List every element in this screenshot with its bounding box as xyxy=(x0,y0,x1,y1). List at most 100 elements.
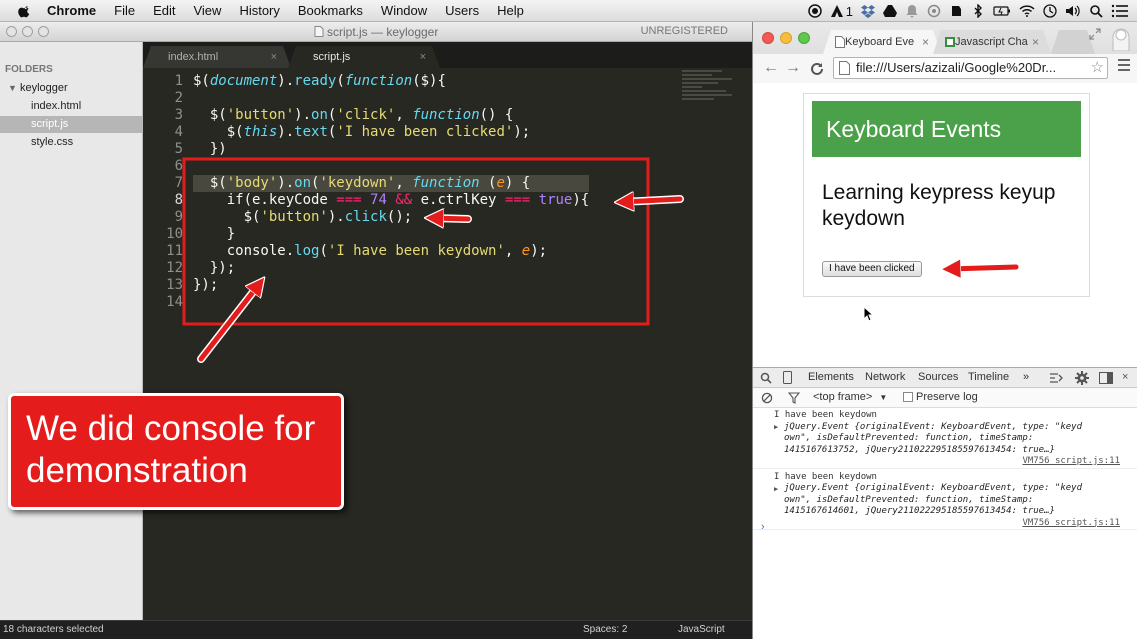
folder-keylogger[interactable]: ▼ keylogger xyxy=(8,82,68,94)
console-source-link[interactable]: VM756 script.js:11 xyxy=(774,518,1120,530)
adobe-icon xyxy=(830,5,843,17)
adobe-status[interactable]: 1 xyxy=(830,4,853,19)
zoom-window-button[interactable] xyxy=(798,32,810,44)
bell-icon[interactable] xyxy=(905,4,919,18)
console-drawer-icon[interactable] xyxy=(1049,372,1063,384)
evernote-icon[interactable] xyxy=(949,4,963,18)
profile-avatar-icon[interactable] xyxy=(1109,25,1133,51)
close-devtools-icon[interactable]: × xyxy=(1122,371,1128,383)
devtools-tab-sources[interactable]: Sources xyxy=(918,371,958,383)
tab-index-html[interactable]: index.html × xyxy=(143,46,291,68)
clock-icon[interactable] xyxy=(1043,4,1057,18)
forward-button[interactable]: → xyxy=(785,59,801,77)
page-heading: Learning keypress keyup keydown xyxy=(822,181,1056,230)
close-tab-icon[interactable]: × xyxy=(922,30,929,54)
expand-object-icon[interactable]: ▶ xyxy=(774,484,778,496)
browser-tab-keyboard-events[interactable]: Keyboard Eve × xyxy=(823,30,941,54)
close-window-button[interactable] xyxy=(762,32,774,44)
menu-app-chrome[interactable]: Chrome xyxy=(47,3,96,18)
devtools-tab-network[interactable]: Network xyxy=(865,371,905,383)
menu-view[interactable]: View xyxy=(193,3,221,18)
sidebar-file-style-css[interactable]: style.css xyxy=(0,134,142,151)
console-message-text: I have been keydown xyxy=(774,410,877,420)
code-line[interactable]: $(this).text('I have been clicked'); xyxy=(193,124,589,141)
fullscreen-icon[interactable] xyxy=(1089,28,1101,40)
code-line[interactable]: if(e.keyCode === 74 && e.ctrlKey === tru… xyxy=(193,192,590,209)
code-line[interactable]: }); xyxy=(193,260,589,277)
menu-users[interactable]: Users xyxy=(445,3,479,18)
close-tab-icon[interactable]: × xyxy=(420,46,426,68)
disclosure-triangle-icon[interactable]: ▼ xyxy=(8,83,17,93)
devtools-more-tabs[interactable]: » xyxy=(1023,371,1029,383)
code-line[interactable] xyxy=(193,294,589,311)
record-icon[interactable] xyxy=(808,4,822,18)
frame-selector[interactable]: <top frame> ▼ xyxy=(813,391,887,403)
expand-object-icon[interactable]: ▶ xyxy=(774,422,778,434)
code-line[interactable]: }); xyxy=(193,277,589,294)
clicked-button[interactable]: I have been clicked xyxy=(822,261,922,277)
dropbox-icon[interactable] xyxy=(861,4,875,18)
menu-help[interactable]: Help xyxy=(497,3,524,18)
syntax-status[interactable]: JavaScript xyxy=(678,621,725,639)
settings-gear-icon[interactable] xyxy=(1075,371,1089,385)
browser-tab-javascript-chat[interactable]: Javascript Cha × xyxy=(933,30,1051,54)
device-mode-icon[interactable] xyxy=(783,371,792,384)
console-prompt[interactable]: › xyxy=(761,521,765,533)
menu-bookmarks[interactable]: Bookmarks xyxy=(298,3,363,18)
sidebar-file-script-js[interactable]: script.js xyxy=(0,116,142,133)
menu-history[interactable]: History xyxy=(239,3,279,18)
chrome-menu-icon[interactable] xyxy=(1118,59,1130,74)
filter-icon[interactable] xyxy=(788,392,800,404)
menu-edit[interactable]: Edit xyxy=(153,3,175,18)
bluetooth-icon[interactable] xyxy=(971,4,985,18)
dock-side-icon[interactable] xyxy=(1099,372,1113,384)
line-number: 8 xyxy=(174,192,183,208)
preserve-log-checkbox[interactable] xyxy=(903,392,913,402)
drive-icon[interactable] xyxy=(883,4,897,18)
code-editor[interactable]: 1 2 3 4 5 6 7 8 9 10 11 12 13 14 $(document).ready(fu… xyxy=(143,68,752,626)
clear-console-icon[interactable] xyxy=(761,392,773,404)
console-object-line[interactable]: jQuery.Event {originalEvent: KeyboardEve… xyxy=(774,483,1120,495)
page-icon xyxy=(835,36,845,48)
code-line[interactable]: console.log('I have been keydown', e); xyxy=(193,243,589,260)
menu-window[interactable]: Window xyxy=(381,3,427,18)
inspect-search-icon[interactable] xyxy=(760,372,772,384)
sidebar-file-index-html[interactable]: index.html xyxy=(0,98,142,115)
preserve-log-option[interactable]: Preserve log xyxy=(903,391,978,403)
frame-selector-value: <top frame> xyxy=(813,391,873,403)
line-number: 11 xyxy=(166,243,183,259)
console-object-line[interactable]: jQuery.Event {originalEvent: KeyboardEve… xyxy=(774,422,1120,434)
battery-icon[interactable] xyxy=(993,4,1011,18)
apple-icon[interactable] xyxy=(15,4,35,18)
code-area[interactable]: $(document).ready(function($){ $('button… xyxy=(193,73,590,311)
indentation-status[interactable]: Spaces: 2 xyxy=(583,621,627,639)
line-number: 14 xyxy=(166,294,183,310)
code-line[interactable]: $(document).ready(function($){ xyxy=(193,73,589,90)
notification-center-icon[interactable] xyxy=(1111,4,1129,18)
code-line[interactable]: $('button').click(); xyxy=(193,209,589,226)
minimize-window-button[interactable] xyxy=(780,32,792,44)
devtools-tab-elements[interactable]: Elements xyxy=(808,371,854,383)
tab-script-js[interactable]: script.js × xyxy=(288,46,440,68)
devtools-tab-timeline[interactable]: Timeline xyxy=(968,371,1009,383)
wifi-icon[interactable] xyxy=(1019,4,1035,18)
back-button[interactable]: ← xyxy=(763,59,779,77)
url-bar[interactable]: file:///Users/azizali/Google%20Dr... ☆ xyxy=(833,57,1108,79)
code-line[interactable]: }) xyxy=(193,141,589,158)
reload-icon[interactable] xyxy=(810,62,824,76)
code-line[interactable]: } xyxy=(193,226,589,243)
sync-icon[interactable] xyxy=(927,4,941,18)
code-line[interactable] xyxy=(193,90,589,107)
code-line[interactable]: $('body').on('keydown', function (e) { xyxy=(193,175,590,192)
spotlight-icon[interactable] xyxy=(1089,4,1103,18)
close-tab-icon[interactable]: × xyxy=(271,46,277,68)
console-source-link[interactable]: VM756 script.js:11 xyxy=(774,456,1120,468)
close-tab-icon[interactable]: × xyxy=(1032,30,1039,54)
page-header: Keyboard Events xyxy=(812,101,1081,157)
code-line[interactable] xyxy=(193,158,589,175)
minimap[interactable] xyxy=(682,68,752,168)
code-line[interactable]: $('button').on('click', function() { xyxy=(193,107,589,124)
volume-icon[interactable] xyxy=(1065,4,1081,18)
bookmark-star-icon[interactable]: ☆ xyxy=(1091,58,1104,78)
menu-file[interactable]: File xyxy=(114,3,135,18)
